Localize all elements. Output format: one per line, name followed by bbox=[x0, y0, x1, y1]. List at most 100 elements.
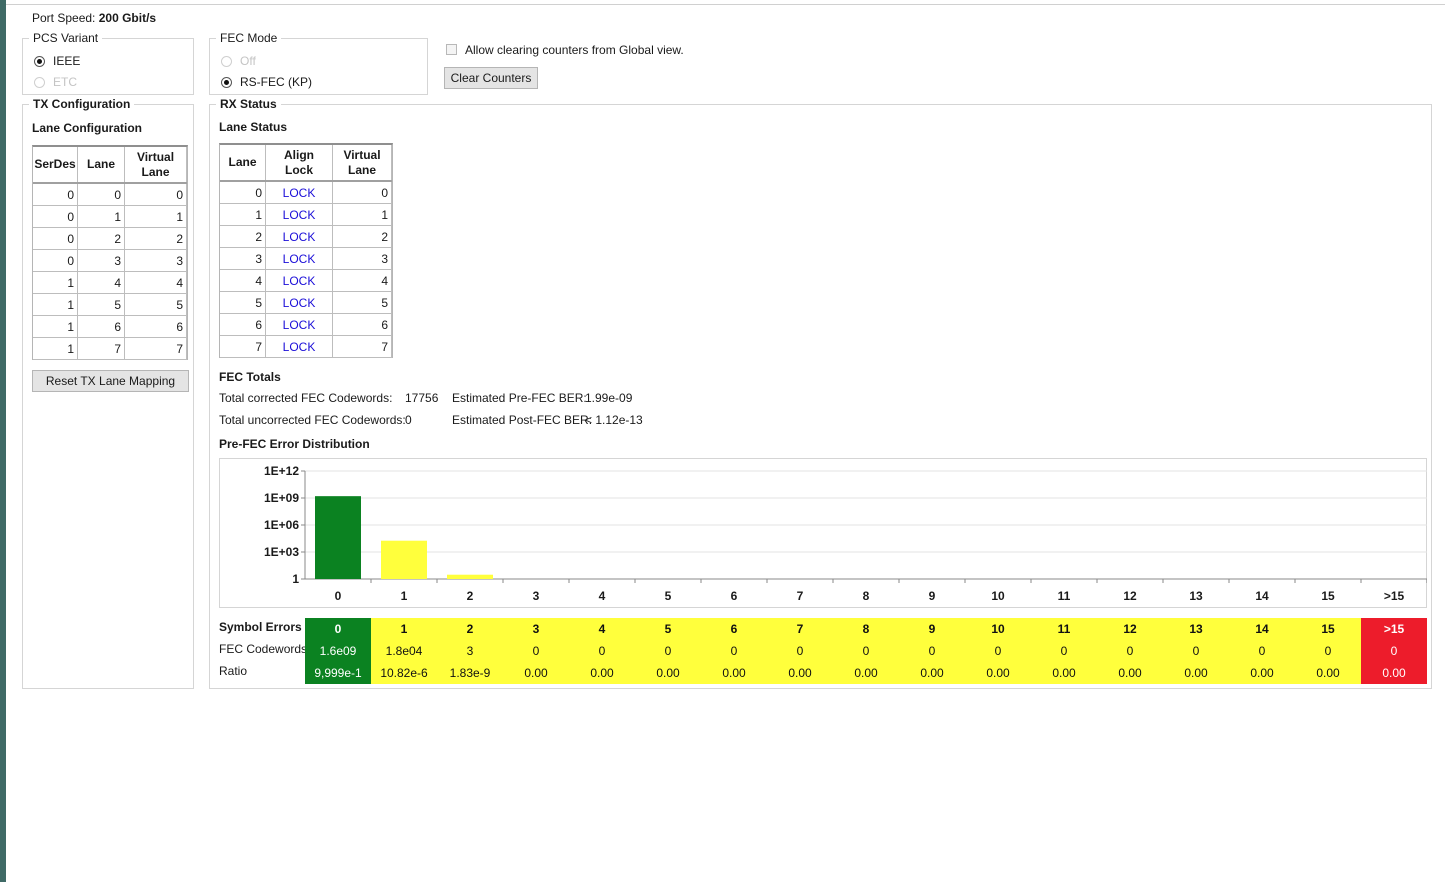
clear-counters-button[interactable]: Clear Counters bbox=[444, 67, 538, 89]
x-tick-label: 6 bbox=[731, 589, 738, 603]
x-tick-label: 5 bbox=[665, 589, 672, 603]
radio-label: ETC bbox=[53, 75, 77, 89]
table-row: 011 bbox=[33, 205, 187, 228]
fec-codewords-cell: 0 bbox=[664, 644, 672, 658]
pre-fec-distribution-title: Pre-FEC Error Distribution bbox=[219, 437, 370, 451]
table-cell: 7 bbox=[332, 335, 392, 358]
ratio-cell: 0.00 bbox=[986, 666, 1010, 680]
fec-mode-rsfec-radio[interactable]: RS-FEC (KP) bbox=[221, 74, 312, 90]
top-divider bbox=[6, 4, 1445, 5]
distribution-column: 15 0 0.00 bbox=[1295, 618, 1361, 684]
table-cell: 7 bbox=[77, 337, 125, 360]
table-cell: 7 bbox=[220, 335, 266, 358]
distribution-column: 7 0 0.00 bbox=[767, 618, 833, 684]
table-cell: 0 bbox=[220, 181, 266, 204]
table-cell: 4 bbox=[77, 271, 125, 294]
pcs-variant-etc-radio[interactable]: ETC bbox=[34, 74, 77, 90]
table-cell: 4 bbox=[220, 269, 266, 292]
table-row: 022 bbox=[33, 227, 187, 250]
table-row: 000 bbox=[33, 183, 187, 206]
x-tick-label: 12 bbox=[1123, 589, 1137, 603]
fec-codewords-cell: 0 bbox=[1126, 644, 1134, 658]
reset-tx-lane-mapping-button[interactable]: Reset TX Lane Mapping bbox=[32, 370, 189, 392]
table-cell: 1 bbox=[124, 205, 187, 228]
x-tick-label: 3 bbox=[533, 589, 540, 603]
symbol-errors-cell: 4 bbox=[598, 622, 606, 636]
ratio-cell: 0.00 bbox=[788, 666, 812, 680]
tx-lane-table: SerDes Lane Virtual Lane 000011022033144… bbox=[32, 145, 188, 360]
fec-codewords-cell: 0 bbox=[1060, 644, 1068, 658]
column-header: Align Lock bbox=[265, 145, 333, 182]
distribution-column: 0 1.6e09 9,999e-1 bbox=[305, 618, 371, 684]
symbol-errors-cell: 1 bbox=[400, 622, 408, 636]
tx-configuration-legend: TX Configuration bbox=[33, 97, 131, 111]
ratio-cell: 0.00 bbox=[1250, 666, 1274, 680]
ratio-cell: 0.00 bbox=[590, 666, 614, 680]
align-lock-status: LOCK bbox=[265, 203, 333, 226]
table-row: 4 LOCK 4 bbox=[220, 269, 392, 292]
fec-mode-off-radio[interactable]: Off bbox=[221, 53, 256, 69]
distribution-column: 11 0 0.00 bbox=[1031, 618, 1097, 684]
align-lock-status: LOCK bbox=[265, 291, 333, 314]
symbol-errors-cell: 12 bbox=[1123, 622, 1137, 636]
ratio-cell: 0.00 bbox=[1052, 666, 1076, 680]
table-row: 166 bbox=[33, 315, 187, 338]
pre-fec-ber-value: 1.99e-09 bbox=[585, 391, 633, 405]
x-tick-label: 8 bbox=[863, 589, 870, 603]
symbol-errors-cell: 10 bbox=[991, 622, 1005, 636]
table-cell: 0 bbox=[33, 249, 78, 272]
fec-codewords-cell: 0 bbox=[928, 644, 936, 658]
total-corrected-label: Total corrected FEC Codewords: bbox=[219, 391, 393, 405]
ratio-cell: 0.00 bbox=[854, 666, 878, 680]
radio-selected-icon bbox=[34, 55, 45, 67]
table-cell: 1 bbox=[220, 203, 266, 226]
table-cell: 1 bbox=[332, 203, 392, 226]
x-tick-label: 2 bbox=[467, 589, 474, 603]
fec-codewords-cell: 0 bbox=[1390, 644, 1398, 658]
table-cell: 6 bbox=[77, 315, 125, 338]
distribution-column: 3 0 0.00 bbox=[503, 618, 569, 684]
pcs-variant-ieee-radio[interactable]: IEEE bbox=[34, 53, 80, 69]
rx-status-legend: RX Status bbox=[220, 97, 277, 111]
fec-totals-title: FEC Totals bbox=[219, 370, 281, 384]
table-cell: 2 bbox=[77, 227, 125, 250]
allow-clear-checkbox[interactable] bbox=[446, 44, 457, 55]
table-cell: 7 bbox=[124, 337, 187, 360]
table-cell: 2 bbox=[332, 225, 392, 248]
total-uncorrected-value: 0 bbox=[405, 413, 412, 427]
column-header: Virtual Lane bbox=[124, 147, 187, 184]
ratio-cell: 0.00 bbox=[1184, 666, 1208, 680]
column-header: Virtual Lane bbox=[332, 145, 392, 182]
align-lock-status: LOCK bbox=[265, 247, 333, 270]
symbol-errors-cell: 5 bbox=[664, 622, 672, 636]
table-cell: 2 bbox=[124, 227, 187, 250]
column-header: SerDes bbox=[33, 147, 78, 184]
table-cell: 1 bbox=[33, 271, 78, 294]
table-cell: 1 bbox=[33, 315, 78, 338]
table-row: 1 LOCK 1 bbox=[220, 203, 392, 226]
radio-selected-icon bbox=[221, 76, 232, 88]
table-cell: 0 bbox=[33, 183, 78, 206]
column-header-text: Align Lock bbox=[284, 147, 314, 177]
distribution-column: 4 0 0.00 bbox=[569, 618, 635, 684]
x-tick-label: 7 bbox=[797, 589, 804, 603]
symbol-errors-cell: 0 bbox=[334, 622, 342, 636]
distribution-column: 8 0 0.00 bbox=[833, 618, 899, 684]
rx-lane-table: Lane Align Lock Virtual Lane 0 LOCK 0 1 LOCK… bbox=[219, 143, 393, 358]
fec-codewords-cell: 0 bbox=[1192, 644, 1200, 658]
x-tick-label: 13 bbox=[1189, 589, 1203, 603]
ratio-cell: 10.82e-6 bbox=[380, 666, 428, 680]
table-cell: 0 bbox=[332, 181, 392, 204]
table-cell: 1 bbox=[77, 205, 125, 228]
table-row: 0 LOCK 0 bbox=[220, 181, 392, 204]
ratio-cell: 0.00 bbox=[1118, 666, 1142, 680]
pre-fec-ber-label: Estimated Pre-FEC BER: bbox=[452, 391, 587, 405]
total-uncorrected-label: Total uncorrected FEC Codewords: bbox=[219, 413, 406, 427]
y-tick-label: 1 bbox=[292, 572, 299, 586]
align-lock-status: LOCK bbox=[265, 313, 333, 336]
distribution-column: 2 3 1.83e-9 bbox=[437, 618, 503, 684]
ratio-cell: 0.00 bbox=[656, 666, 680, 680]
column-header: Lane bbox=[220, 145, 266, 182]
ratio-cell: 0.00 bbox=[1316, 666, 1340, 680]
post-fec-ber-value: < 1.12e-13 bbox=[585, 413, 643, 427]
